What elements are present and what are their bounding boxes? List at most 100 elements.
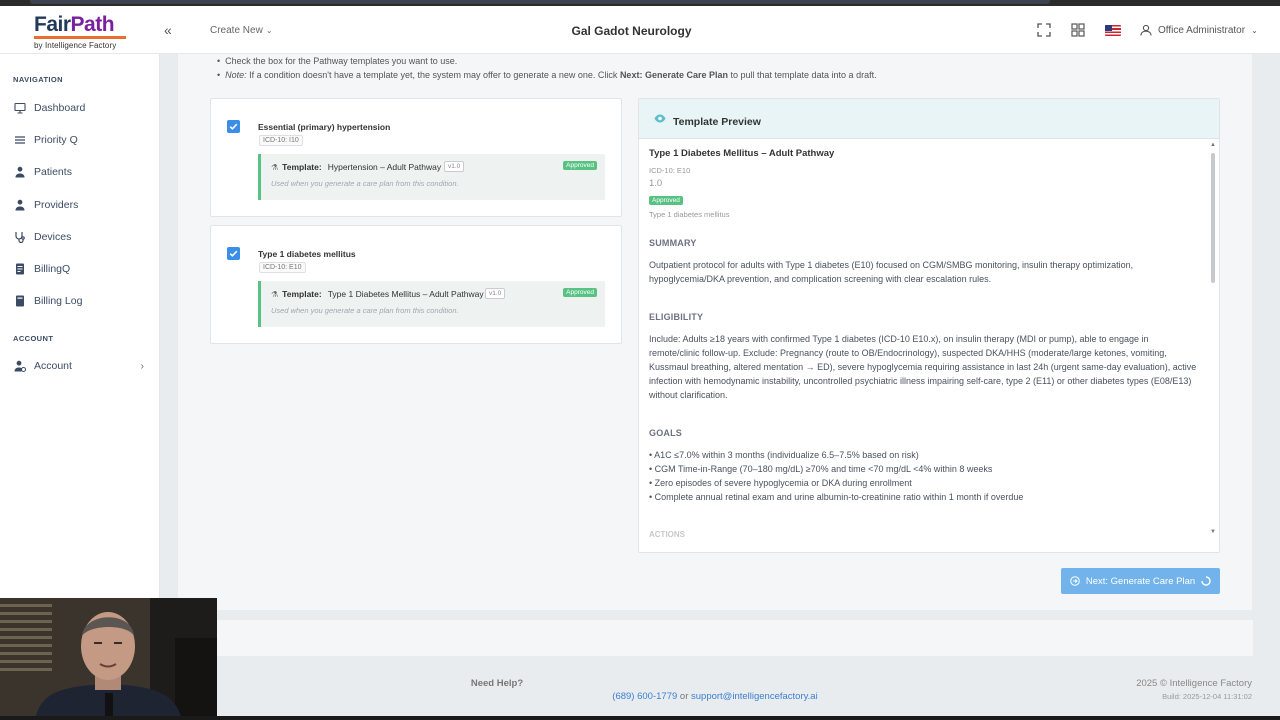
spinner-icon [1201,576,1211,586]
scroll-up-icon[interactable]: ▲ [1210,142,1216,148]
condition-checkbox[interactable] [227,247,240,260]
sidebar-item-patients[interactable]: Patients [14,166,148,178]
sidebar-item-priority-q[interactable]: Priority Q [14,134,148,146]
billing-icon [16,263,24,275]
template-name: Type 1 Diabetes Mellitus – Adult Pathway [327,289,484,299]
list-icon [15,136,25,144]
stethoscope-icon [15,232,25,243]
sidebar-item-label: Billing Log [34,295,83,307]
note-bold: Next: Generate Care Plan [619,70,728,80]
check-icon [229,123,238,130]
copyright: 2025 © Intelligence Factory [1136,678,1252,689]
account-heading: ACCOUNT [13,334,54,343]
sidebar-item-label: Providers [34,199,79,211]
instruction-text: Check the box for the Pathway templates … [225,56,458,66]
condition-card-hypertension: Essential (primary) hypertension ICD-10:… [210,98,622,217]
condition-name: Essential (primary) hypertension [258,122,391,132]
nav-heading: NAVIGATION [13,75,63,84]
template-line: ⚗ Template: Hypertension – Adult Pathway [271,162,441,172]
condition-name: Type 1 diabetes mellitus [258,249,356,259]
summary-heading: SUMMARY [649,238,697,248]
sidebar-item-label: Account [34,360,72,372]
chevron-right-icon: › [140,360,144,372]
monitor-icon [14,102,26,114]
template-preview-header: Template Preview [639,99,1219,139]
preview-template-name: Type 1 Diabetes Mellitus – Adult Pathway [649,148,835,159]
goal-item: • Complete annual retinal exam and urine… [649,492,1024,502]
icd-badge: ICD-10: E10 [259,262,306,273]
goal-item: • Zero episodes of severe hypoglycemia o… [649,478,912,488]
template-name: Hypertension – Adult Pathway [327,162,442,172]
fullscreen-icon[interactable] [1037,23,1051,37]
goals-heading: GOALS [649,428,683,438]
footer [217,658,1280,720]
version-badge: v1.0 [485,288,506,299]
condition-checkbox[interactable] [227,120,240,133]
condition-card-diabetes: Type 1 diabetes mellitus ICD-10: E10 ⚗ Te… [210,225,622,344]
note-text-b: to pull that template data into a draft. [727,70,877,80]
goal-item: • CGM Time-in-Range (70–180 mg/dL) ≥70% … [649,464,993,474]
sidebar-item-label: Patients [34,166,72,178]
flask-icon: ⚗ [271,163,279,172]
template-label: Template: [282,289,322,299]
template-hint: Used when you generate a care plan from … [271,179,459,188]
check-icon [229,250,238,257]
note-text-a: If a condition doesn't have a template y… [246,70,620,80]
sidebar-item-billing-log[interactable]: Billing Log [14,295,148,307]
support-phone-link[interactable]: (689) 600-1779 [612,691,677,702]
sidebar-item-label: Dashboard [34,102,86,114]
flask-icon: ⚗ [271,290,279,299]
preview-scrollbar[interactable]: ▲ ▼ [1210,142,1216,535]
preview-icd: ICD-10: E10 [649,166,691,175]
preview-version: 1.0 [649,178,663,189]
status-badge: Approved [563,161,597,170]
template-hint: Used when you generate a care plan from … [271,306,459,315]
webcam-overlay [0,598,217,720]
goal-item: • A1C ≤7.0% within 3 months (individuali… [649,450,919,460]
us-flag-icon[interactable] [1105,25,1121,36]
template-preview-body[interactable]: Type 1 Diabetes Mellitus – Adult Pathway… [649,139,1205,539]
template-line: ⚗ Template: Type 1 Diabetes Mellitus – Adu… [271,289,484,299]
webcam-presenter-image [0,598,217,720]
chevron-down-icon: ⌄ [1251,25,1258,35]
book-icon [16,295,24,307]
sidebar-item-label: Devices [34,231,72,243]
summary-text: Outpatient protocol for adults with Type… [649,260,1134,284]
scrollbar-thumb[interactable] [1211,153,1215,283]
top-header: FairPath by Intelligence Factory « Creat… [0,6,1280,54]
provider-icon [15,199,25,211]
scroll-down-icon[interactable]: ▼ [1210,529,1216,535]
support-email-link[interactable]: support@intelligencefactory.ai [691,691,818,702]
instruction-line-2: • Note: If a condition doesn't have a tem… [217,70,877,80]
eligibility-heading: ELIGIBILITY [649,312,704,322]
template-box[interactable]: ⚗ Template: Type 1 Diabetes Mellitus – Adu… [258,281,605,327]
user-menu[interactable]: Office Administrator ⌄ [1140,24,1258,36]
sidebar-item-label: BillingQ [34,263,71,275]
arrow-circle-icon [1070,576,1080,586]
next-generate-care-plan-button[interactable]: Next: Generate Care Plan [1061,568,1220,594]
preview-status-badge: Approved [649,196,683,205]
template-preview-panel: Template Preview Type 1 Diabetes Mellitu… [638,98,1220,553]
build-info: Build: 2025-12-04 11:31:02 [1162,692,1252,701]
preview-condition: Type 1 diabetes mellitus [649,210,730,219]
sidebar-item-devices[interactable]: Devices [14,231,148,243]
sidebar-item-billingq[interactable]: BillingQ [14,263,148,275]
eye-icon [654,114,666,123]
content-bottom-strip [217,620,1253,656]
user-name: Office Administrator [1158,24,1246,36]
apps-grid-icon[interactable] [1071,23,1085,37]
next-button-label: Next: Generate Care Plan [1085,575,1196,587]
brand-tagline: by Intelligence Factory [34,41,117,50]
sidebar-item-providers[interactable]: Providers [14,199,148,211]
sidebar-item-dashboard[interactable]: Dashboard [14,102,148,114]
icd-badge: ICD-10: I10 [259,135,303,146]
template-preview-title: Template Preview [673,116,761,128]
note-label: Note: [225,70,247,80]
patient-icon [15,166,25,178]
sidebar-item-account[interactable]: Account › [14,360,148,372]
template-box[interactable]: ⚗ Template: Hypertension – Adult Pathway v… [258,154,605,200]
or-text: or [677,691,691,702]
window-bottom-edge [0,716,1280,720]
user-gear-icon [14,360,26,372]
template-label: Template: [282,162,322,172]
